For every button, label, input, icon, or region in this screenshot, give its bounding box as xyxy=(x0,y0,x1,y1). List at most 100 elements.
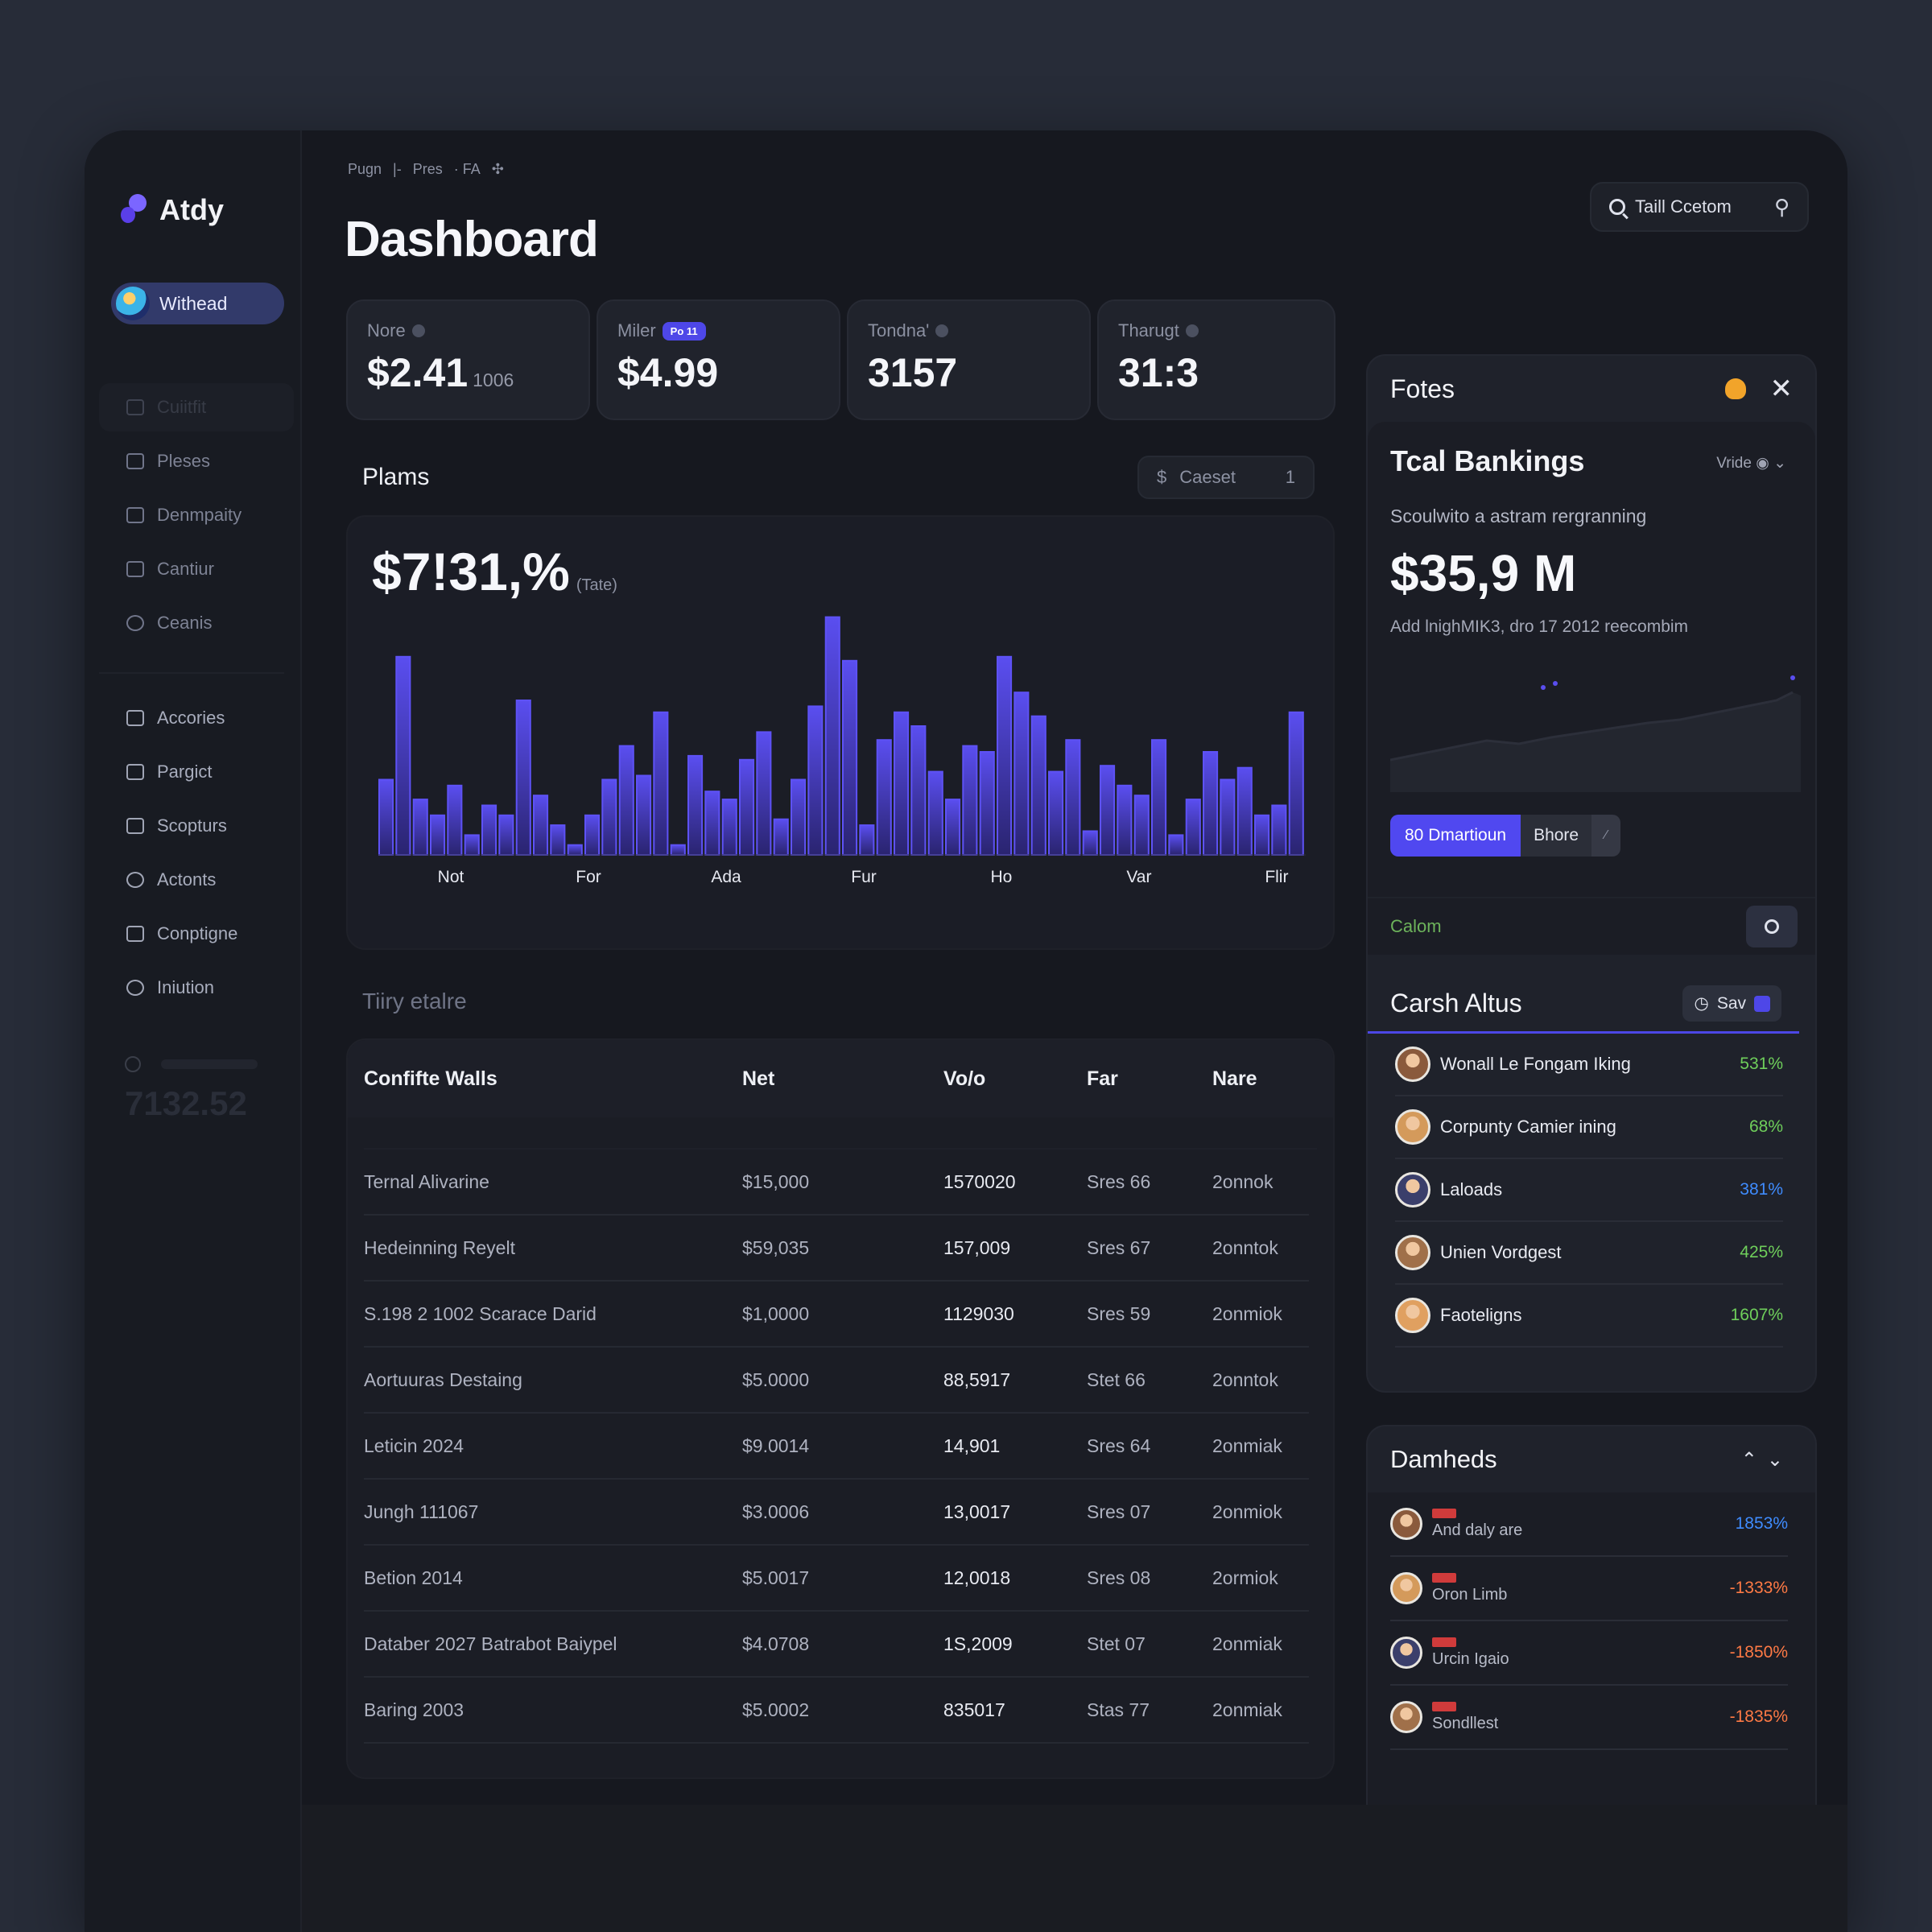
column-header[interactable]: Far xyxy=(1087,1067,1212,1091)
chart-bar[interactable] xyxy=(447,784,463,856)
edit-icon[interactable]: ⁄ xyxy=(1591,815,1621,857)
table-row[interactable]: Hedeinning Reyelt $59,035 157,009 Sres 67 2o… xyxy=(364,1216,1309,1282)
kpi-card[interactable]: Tondna' 3157 xyxy=(847,299,1091,420)
sidebar-item-pargict[interactable]: Pargict xyxy=(99,748,294,796)
chart-bar[interactable] xyxy=(687,754,704,856)
list-item[interactable]: Faoteligns 1607% xyxy=(1395,1285,1783,1348)
chart-bar[interactable] xyxy=(636,774,652,856)
chart-bar[interactable] xyxy=(464,834,480,856)
chart-bar[interactable] xyxy=(567,844,583,857)
list-item[interactable]: Laloads 381% xyxy=(1395,1159,1783,1222)
sidebar-item-cuiitfit[interactable]: Cuiitfit xyxy=(99,383,294,431)
kpi-card[interactable]: Tharugt 31:3 xyxy=(1097,299,1335,420)
sidebar-item-conptigne[interactable]: Conptigne xyxy=(99,910,294,958)
chart-bar[interactable] xyxy=(1236,766,1253,857)
gear-icon[interactable]: ✣ xyxy=(492,161,504,178)
chart-bar[interactable] xyxy=(1133,795,1150,857)
chart-bar[interactable] xyxy=(618,745,634,856)
profile-chip[interactable]: Withead xyxy=(111,283,284,324)
sidebar-item-ceanis[interactable]: Ceanis xyxy=(99,599,294,647)
sidebar-item-accories[interactable]: Accories xyxy=(99,694,294,742)
list-item[interactable]: Unien Vordgest 425% xyxy=(1395,1222,1783,1285)
chart-bar[interactable] xyxy=(1151,739,1167,857)
app-logo[interactable]: Atdy xyxy=(121,193,224,227)
list-item[interactable]: Corpunty Camier ining 68% xyxy=(1395,1096,1783,1159)
column-header[interactable]: Vo/o xyxy=(943,1067,1087,1091)
table-row[interactable]: Leticin 2024 $9.0014 14,901 Sres 64 2onmiak xyxy=(364,1414,1309,1480)
chart-bar[interactable] xyxy=(601,778,617,856)
breadcrumb-item[interactable]: Pres xyxy=(413,161,443,178)
chart-bar[interactable] xyxy=(1065,739,1081,857)
chart-bar[interactable] xyxy=(1168,834,1184,856)
table-row[interactable]: Databer 2027 Batrabot Baiypel $4.0708 1S,2… xyxy=(364,1612,1309,1678)
chart-bar[interactable] xyxy=(876,739,892,857)
chart-bar[interactable] xyxy=(1117,784,1133,856)
chart-bar[interactable] xyxy=(550,824,566,857)
chart-bar[interactable] xyxy=(533,795,549,857)
chart-bar[interactable] xyxy=(1048,770,1064,857)
breadcrumb-item[interactable]: · FA xyxy=(454,161,481,178)
column-header[interactable]: Confifte Walls xyxy=(364,1067,742,1091)
list-item[interactable]: And daly are 1853% xyxy=(1390,1492,1788,1557)
sidebar-item-pleses[interactable]: Pleses xyxy=(99,437,294,485)
table-row[interactable]: Betion 2014 $5.0017 12,0018 Sres 08 2ormiok xyxy=(364,1546,1309,1612)
column-header[interactable]: Nare xyxy=(1212,1067,1309,1091)
list-item[interactable]: Urcin Igaio -1850% xyxy=(1390,1621,1788,1686)
chart-bar[interactable] xyxy=(927,770,943,857)
table-row[interactable]: Jungh 111067 $3.0006 13,0017 Sres 07 2onmiok xyxy=(364,1480,1309,1546)
chart-bar[interactable] xyxy=(1013,691,1030,856)
chart-bar[interactable] xyxy=(824,616,840,856)
chart-bar[interactable] xyxy=(910,725,927,856)
bank-dropdown[interactable]: Vride ◉ ⌄ xyxy=(1716,454,1786,473)
chart-bar[interactable] xyxy=(1100,765,1116,857)
chart-bar[interactable] xyxy=(412,799,428,857)
chart-bar[interactable] xyxy=(791,778,807,856)
chart-bar[interactable] xyxy=(1271,804,1287,856)
search-button[interactable] xyxy=(1746,906,1798,947)
sidebar-item-actonts[interactable]: Actonts xyxy=(99,856,294,904)
segment-secondary[interactable]: Bhore xyxy=(1521,815,1592,857)
table-row[interactable]: Aortuuras Destaing $5.0000 88,5917 Stet 66 2… xyxy=(364,1348,1309,1414)
chart-bar[interactable] xyxy=(842,659,858,856)
chart-bar[interactable] xyxy=(1288,711,1304,856)
chart-bar[interactable] xyxy=(1220,778,1236,856)
chart-bar[interactable] xyxy=(721,799,737,857)
chart-bar[interactable] xyxy=(979,751,995,856)
table-row[interactable]: S.198 2 1002 Scarace Darid $1,0000 1129030… xyxy=(364,1282,1309,1348)
chart-bar[interactable] xyxy=(395,655,411,856)
segment-primary[interactable]: 80 Dmartioun xyxy=(1390,815,1521,857)
chart-bar[interactable] xyxy=(997,655,1013,856)
chart-bar[interactable] xyxy=(945,799,961,857)
chart-bar[interactable] xyxy=(739,758,755,856)
chart-bar[interactable] xyxy=(1254,814,1270,856)
search-button[interactable]: Taill Ccetom ⚲ xyxy=(1590,182,1809,232)
chart-bar[interactable] xyxy=(894,711,910,856)
sidebar-item-scopturs[interactable]: Scopturs xyxy=(99,802,294,850)
chart-bar[interactable] xyxy=(378,778,394,856)
chart-bar[interactable] xyxy=(807,705,824,856)
chart-bar[interactable] xyxy=(515,700,531,856)
sidebar-item-cantiur[interactable]: Cantiur xyxy=(99,545,294,593)
chevron-down-icon[interactable]: ⌃⌄ xyxy=(1741,1448,1793,1472)
chart-bar[interactable] xyxy=(584,814,601,856)
table-row[interactable]: Baring 2003 $5.0002 835017 Stas 77 2onmiak xyxy=(364,1678,1309,1744)
chart-bar[interactable] xyxy=(1030,715,1046,856)
list-item[interactable]: Sondllest -1835% xyxy=(1390,1686,1788,1750)
chart-bar[interactable] xyxy=(1185,799,1201,857)
chart-bar[interactable] xyxy=(1203,751,1219,856)
save-button[interactable]: ◷ Sav xyxy=(1682,985,1781,1022)
column-header[interactable]: Net xyxy=(742,1067,943,1091)
table-row[interactable]: Ternal Alivarine $15,000 1570020 Sres 66 2on… xyxy=(364,1150,1309,1216)
sidebar-item-iniution[interactable]: Iniution xyxy=(99,964,294,1012)
chart-bar[interactable] xyxy=(670,844,686,857)
chart-bar[interactable] xyxy=(756,731,772,856)
kpi-card[interactable]: Miler Po 11 $4.99 xyxy=(597,299,840,420)
chart-bar[interactable] xyxy=(653,711,669,856)
chart-bar[interactable] xyxy=(1082,830,1098,856)
sidebar-item-denmpaity[interactable]: Denmpaity xyxy=(99,491,294,539)
close-icon[interactable]: ✕ xyxy=(1770,373,1794,405)
list-item[interactable]: Oron Limb -1333% xyxy=(1390,1557,1788,1621)
breadcrumb-item[interactable]: Pugn xyxy=(348,161,382,178)
chart-bar[interactable] xyxy=(859,824,875,857)
chart-bar[interactable] xyxy=(430,814,446,856)
